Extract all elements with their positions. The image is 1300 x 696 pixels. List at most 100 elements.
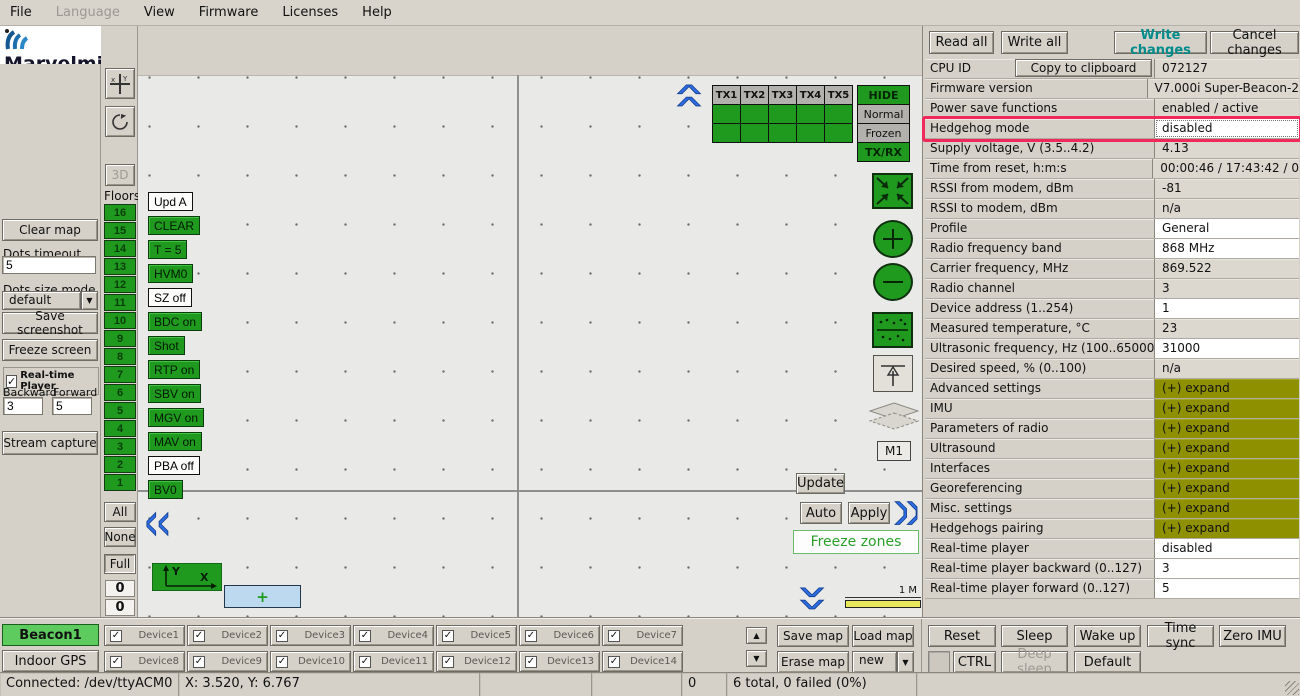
axis-view-button[interactable]: xY <box>105 68 135 99</box>
device-button[interactable]: ✓ Device10 <box>270 651 351 672</box>
param-value[interactable]: General <box>1155 219 1299 238</box>
copy-to-clipboard-button[interactable]: Copy to clipboard <box>1015 59 1152 77</box>
forward-input[interactable] <box>52 397 92 415</box>
update-button[interactable]: Update <box>796 473 845 494</box>
map-toolbar-button[interactable]: MGV on <box>148 408 204 427</box>
param-value[interactable]: (+) expand <box>1155 399 1299 418</box>
map-toolbar-button[interactable]: BV0 <box>148 480 183 499</box>
floors-none-button[interactable]: None <box>104 527 136 547</box>
chevron-down-icon[interactable]: ▼ <box>81 291 98 310</box>
device-button[interactable]: ✓ Device11 <box>353 651 434 672</box>
backward-input[interactable] <box>3 397 43 415</box>
map-toolbar-button[interactable]: PBA off <box>148 456 200 475</box>
scroll-right-icon[interactable] <box>888 499 918 527</box>
zoom-out-button[interactable] <box>873 263 913 301</box>
floor-button[interactable]: 7 <box>104 366 136 383</box>
device-button[interactable]: ✓ Device5 <box>436 625 517 646</box>
device-checkbox[interactable]: ✓ <box>359 656 371 668</box>
write-changes-button[interactable]: Write changes <box>1114 31 1207 54</box>
scroll-up-icon[interactable] <box>675 83 703 113</box>
param-value[interactable]: 3 <box>1155 559 1299 578</box>
floor-button[interactable]: 5 <box>104 402 136 419</box>
param-value[interactable]: 31000 <box>1155 339 1299 358</box>
menu-item[interactable]: Language <box>56 5 120 20</box>
scroll-down-icon[interactable] <box>798 586 826 616</box>
param-value[interactable]: 869.522 <box>1155 259 1299 278</box>
tx-header-cell[interactable]: TX4 <box>796 85 825 105</box>
default-button[interactable]: Default <box>1074 651 1141 673</box>
clear-map-button[interactable]: Clear map <box>2 219 98 241</box>
tx-normal-button[interactable]: Normal <box>857 104 910 124</box>
tx-header-cell[interactable]: TX3 <box>768 85 797 105</box>
cancel-changes-button[interactable]: Cancel changes <box>1210 31 1299 54</box>
device-checkbox[interactable]: ✓ <box>276 630 288 642</box>
save-screenshot-button[interactable]: Save screenshot <box>2 312 98 334</box>
param-value[interactable]: 4.13 <box>1155 139 1299 158</box>
apply-button[interactable]: Apply <box>848 502 890 524</box>
param-value[interactable]: 23 <box>1155 319 1299 338</box>
device-checkbox[interactable]: ✓ <box>608 656 620 668</box>
device-checkbox[interactable]: ✓ <box>193 630 205 642</box>
param-value[interactable]: (+) expand <box>1155 479 1299 498</box>
param-value[interactable]: (+) expand <box>1155 419 1299 438</box>
map-toolbar-button[interactable]: BDC on <box>148 312 202 331</box>
m1-button[interactable]: M1 <box>877 441 911 461</box>
device-checkbox[interactable]: ✓ <box>110 630 122 642</box>
dots-display-button[interactable] <box>872 312 913 348</box>
param-value[interactable]: 3 <box>1155 279 1299 298</box>
floor-button[interactable]: 4 <box>104 420 136 437</box>
map-toolbar-button[interactable]: SBV on <box>148 384 201 403</box>
tx-cell[interactable] <box>824 123 853 143</box>
device-button[interactable]: ✓ Device8 <box>104 651 185 672</box>
floor-button[interactable]: 15 <box>104 222 136 239</box>
device-button[interactable]: ✓ Device12 <box>436 651 517 672</box>
device-checkbox[interactable]: ✓ <box>442 630 454 642</box>
map-toolbar-button[interactable]: HVM0 <box>148 264 193 283</box>
tx-cell[interactable] <box>796 123 825 143</box>
freeze-zones-button[interactable]: Freeze zones <box>793 530 919 554</box>
tx-cell[interactable] <box>768 123 797 143</box>
param-value[interactable]: (+) expand <box>1155 439 1299 458</box>
3d-view-button[interactable]: 3D <box>105 164 135 186</box>
param-value[interactable]: -81 <box>1155 179 1299 198</box>
device-checkbox[interactable]: ✓ <box>525 630 537 642</box>
dots-size-select[interactable]: default ▼ <box>2 291 98 310</box>
tx-cell[interactable] <box>712 104 741 124</box>
param-value[interactable]: 072127 <box>1155 59 1299 78</box>
param-value[interactable]: disabled <box>1155 119 1299 138</box>
tx-cell[interactable] <box>712 123 741 143</box>
tx-cell[interactable] <box>740 104 769 124</box>
param-value[interactable]: 5 <box>1155 579 1299 598</box>
param-value[interactable]: 00:00:46 / 17:43:42 / 0 <box>1153 159 1299 178</box>
map-toolbar-button[interactable]: Upd A <box>148 192 193 211</box>
zero-imu-button[interactable]: Zero IMU <box>1219 625 1286 647</box>
device-checkbox[interactable]: ✓ <box>193 656 205 668</box>
ctrl-indicator-box[interactable] <box>928 651 950 673</box>
deep-sleep-button[interactable]: Deep sleep <box>1001 651 1068 673</box>
sleep-button[interactable]: Sleep <box>1001 625 1068 647</box>
map-toolbar-button[interactable]: RTP on <box>148 360 200 379</box>
param-value[interactable]: 1 <box>1155 299 1299 318</box>
rotate-view-button[interactable] <box>105 106 135 137</box>
floors-full-button[interactable]: Full <box>104 554 136 574</box>
device-button[interactable]: ✓ Device2 <box>187 625 268 646</box>
map-toolbar-button[interactable]: MAV on <box>148 432 202 451</box>
menu-item[interactable]: Help <box>362 5 392 20</box>
floor-button[interactable]: 13 <box>104 258 136 275</box>
write-all-button[interactable]: Write all <box>1001 31 1068 54</box>
device-button[interactable]: ✓ Device4 <box>353 625 434 646</box>
map-select[interactable]: new ▼ <box>852 651 914 673</box>
param-value[interactable]: 868 MHz <box>1155 239 1299 258</box>
indoor-gps-tab[interactable]: Indoor GPS <box>2 650 99 672</box>
time-sync-button[interactable]: Time sync <box>1147 625 1214 647</box>
zoom-in-button[interactable] <box>873 220 913 258</box>
floor-button[interactable]: 3 <box>104 438 136 455</box>
floor-button[interactable]: 16 <box>104 204 136 221</box>
menu-item[interactable]: Firmware <box>199 5 259 20</box>
param-value[interactable]: (+) expand <box>1155 499 1299 518</box>
device-checkbox[interactable]: ✓ <box>110 656 122 668</box>
param-value[interactable]: V7.000i Super-Beacon-2 <box>1148 79 1299 98</box>
device-button[interactable]: ✓ Device1 <box>104 625 185 646</box>
floor-button[interactable]: 10 <box>104 312 136 329</box>
menu-item[interactable]: File <box>10 5 32 20</box>
